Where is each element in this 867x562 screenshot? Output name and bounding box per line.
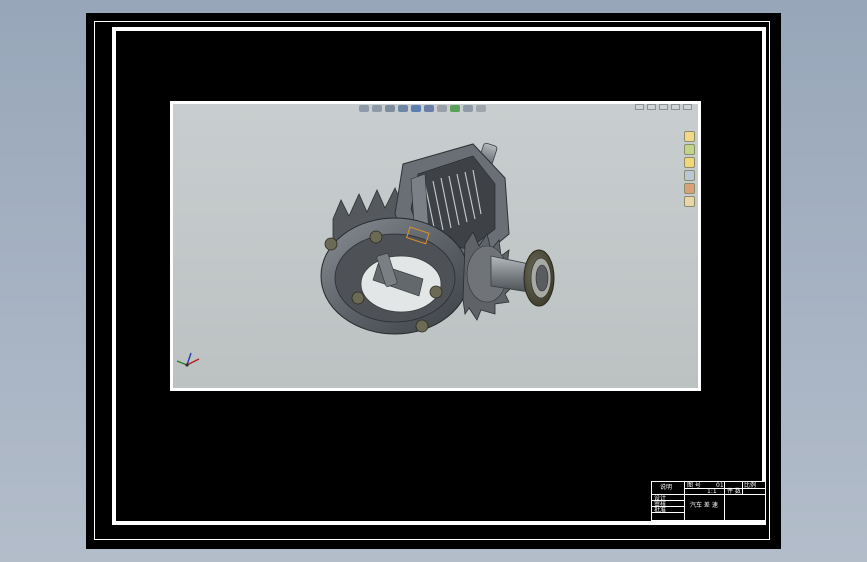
viewport-canvas[interactable] bbox=[173, 104, 698, 388]
title-sheet-number: 01 bbox=[716, 482, 724, 489]
title-company: 汽车 差 速 bbox=[690, 502, 718, 509]
triad-axes-icon bbox=[176, 352, 200, 367]
title-sheet-label: 图 号 bbox=[687, 482, 701, 489]
title-row-approve: 批准 bbox=[654, 507, 667, 514]
carrier-flange[interactable] bbox=[320, 217, 470, 335]
bearing[interactable] bbox=[523, 249, 555, 307]
title-name-label: 说明 bbox=[660, 484, 673, 491]
title-scale: 1:1 bbox=[707, 488, 717, 495]
title-block: 说明 图 号 01 比例 1:1 件 数 设计 审核 批准 汽车 差 速 bbox=[651, 481, 766, 521]
model-viewport[interactable] bbox=[170, 101, 701, 391]
title-ratio-label: 比例 bbox=[744, 482, 757, 489]
output-shaft[interactable] bbox=[490, 255, 530, 293]
title-qty-label: 件 数 bbox=[727, 488, 741, 495]
drawing-sheet: 说明 图 号 01 比例 1:1 件 数 设计 审核 批准 汽车 差 速 bbox=[86, 13, 781, 549]
differential-gear-model[interactable] bbox=[173, 104, 698, 388]
